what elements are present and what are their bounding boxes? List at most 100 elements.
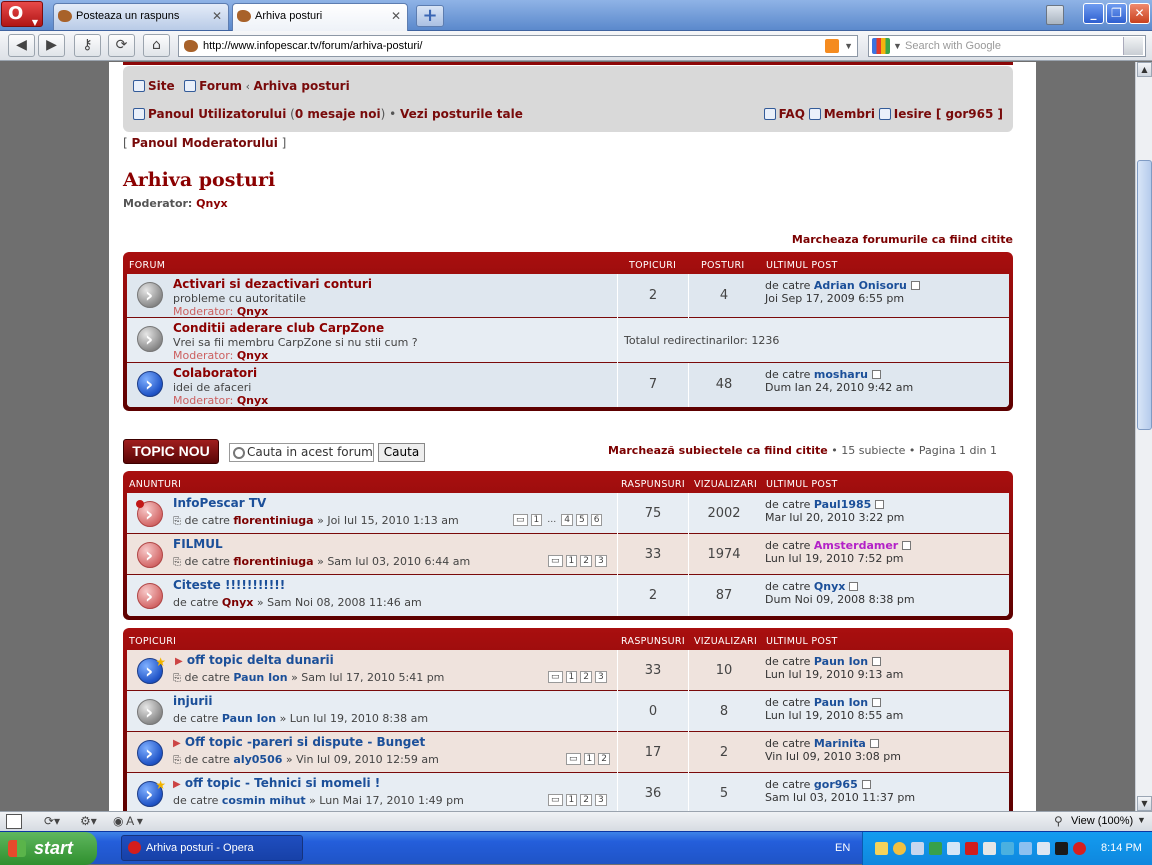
page-link[interactable]: 1 [583,753,596,765]
shield-icon[interactable] [965,842,978,855]
page-link[interactable]: 3 [594,555,607,567]
mcp-link[interactable]: Panoul Moderatorului [132,136,278,150]
view-latest-icon[interactable] [910,281,920,290]
new-messages-link[interactable]: 0 mesaje noi [295,107,381,121]
last-user[interactable]: gor965 [814,778,858,791]
view-latest-icon[interactable] [875,500,885,509]
own-posts-link[interactable]: Vezi posturile tale [400,107,523,121]
start-button[interactable]: start [0,832,97,865]
back-button[interactable]: ◀ [8,34,35,57]
panel-toggle-icon[interactable] [6,814,22,829]
rss-icon[interactable] [825,39,839,53]
close-tab-icon[interactable]: ✕ [212,4,222,29]
opera-menu-button[interactable]: O ▼ [1,1,43,27]
view-latest-icon[interactable] [869,739,879,748]
crumb-current[interactable]: Arhiva posturi [253,79,349,93]
topic-author[interactable]: florentiniuga [233,514,313,527]
logout-link[interactable]: Iesire [ gor965 ] [894,107,1003,121]
tray-icon[interactable] [947,842,960,855]
topic-author[interactable]: florentiniuga [233,555,313,568]
page-link[interactable]: 2 [580,555,592,567]
unite-icon[interactable]: ⚙▾ [80,814,97,828]
page-link[interactable]: 1 [565,555,578,567]
close-tab-icon[interactable]: ✕ [391,4,401,29]
mod-name[interactable]: Qnyx [237,349,268,362]
last-user[interactable]: Adrian Onisoru [814,279,907,292]
sync-icon[interactable]: ⟳▾ [44,814,60,828]
address-field[interactable]: http://www.infopescar.tv/forum/arhiva-po… [178,35,858,57]
crumb-forum[interactable]: Forum [199,79,242,93]
page-link[interactable]: 4 [561,514,573,526]
tray-icon[interactable] [929,842,942,855]
tab-posteaza[interactable]: Posteaza un raspuns ✕ [53,3,229,30]
tray-icon[interactable] [1037,842,1050,855]
tray-icon[interactable] [1019,842,1032,855]
view-latest-icon[interactable] [861,780,871,789]
scroll-down-arrow[interactable]: ▼ [1137,796,1152,811]
tray-icon[interactable] [1073,842,1086,855]
forum-search-input[interactable]: Cauta in acest forum... [229,443,374,462]
moderator-name[interactable]: Qnyx [196,197,227,210]
view-latest-icon[interactable] [902,541,912,550]
maximize-button[interactable]: ❐ [1106,3,1127,24]
mark-forums-link[interactable]: Marcheaza forumurile ca fiind citite [792,233,1013,246]
page-link[interactable]: 6 [590,514,603,526]
forum-title[interactable]: Colaboratori [173,366,257,380]
scroll-thumb[interactable] [1137,160,1152,430]
page-link[interactable]: 1 [565,671,578,683]
view-latest-icon[interactable] [872,698,882,707]
tray-icon[interactable] [911,842,924,855]
chevron-down-icon[interactable]: ▼ [893,36,902,56]
topic-author[interactable]: Paun Ion [233,671,287,684]
last-user[interactable]: mosharu [814,368,868,381]
search-icon[interactable] [1123,37,1143,55]
page-link[interactable]: 2 [580,794,592,806]
mod-name[interactable]: Qnyx [237,394,268,407]
search-button[interactable]: Cauta [378,443,425,462]
topic-author[interactable]: cosmin mihut [222,794,306,807]
tray-icon[interactable] [1001,842,1014,855]
last-user[interactable]: Paun Ion [814,655,868,668]
clock[interactable]: 8:14 PM [1101,842,1142,854]
topic-author[interactable]: Qnyx [222,596,253,609]
new-tab-button[interactable]: + [416,5,444,27]
chevron-down-icon[interactable]: ▼ [844,36,853,56]
mark-topics-link[interactable]: Marchează subiectele ca fiind citite [608,444,828,457]
page-link[interactable]: 1 [530,514,543,526]
page-link[interactable]: 3 [594,794,607,806]
minimize-button[interactable]: _ [1083,3,1104,24]
scroll-up-arrow[interactable]: ▲ [1137,62,1152,77]
page-link[interactable]: 2 [598,753,610,765]
ucp-link[interactable]: Panoul Utilizatorului [148,107,286,121]
forum-title[interactable]: Activari si dezactivari conturi [173,277,372,291]
key-icon[interactable]: ⚷ [74,34,101,57]
zoom-level[interactable]: View (100%) [1071,815,1133,827]
view-latest-icon[interactable] [872,657,882,666]
faq-link[interactable]: FAQ [779,107,805,121]
search-field[interactable]: ▼ Search with Google [868,35,1146,57]
tray-icon[interactable] [983,842,996,855]
vertical-scrollbar[interactable]: ▲ ▼ [1135,62,1152,811]
new-topic-button[interactable]: TOPIC NOU [123,439,219,464]
last-user[interactable]: Qnyx [814,580,845,593]
view-latest-icon[interactable] [849,582,859,591]
language-indicator[interactable]: EN [835,842,850,854]
trash-icon[interactable] [1046,5,1064,25]
last-user[interactable]: Paul1985 [814,498,871,511]
forward-button[interactable]: ▶ [38,34,65,57]
chevron-down-icon[interactable]: ▼ [1137,815,1146,825]
taskbar-item-opera[interactable]: Arhiva posturi - Opera [121,835,303,861]
tray-icon[interactable] [1055,842,1068,855]
turbo-icon[interactable]: ◉ A ▾ [113,814,143,828]
tray-icon[interactable] [893,842,906,855]
topic-title[interactable]: ▶ off topic delta dunarii [175,653,334,667]
home-button[interactable]: ⌂ [143,34,170,57]
topic-author[interactable]: aly0506 [233,753,282,766]
members-link[interactable]: Membri [824,107,875,121]
forum-title[interactable]: Conditii aderare club CarpZone [173,321,384,335]
view-latest-icon[interactable] [871,370,881,379]
page-link[interactable]: 1 [565,794,578,806]
mod-name[interactable]: Qnyx [237,305,268,318]
topic-title[interactable]: FILMUL [173,537,223,551]
close-window-button[interactable]: ✕ [1129,3,1150,24]
